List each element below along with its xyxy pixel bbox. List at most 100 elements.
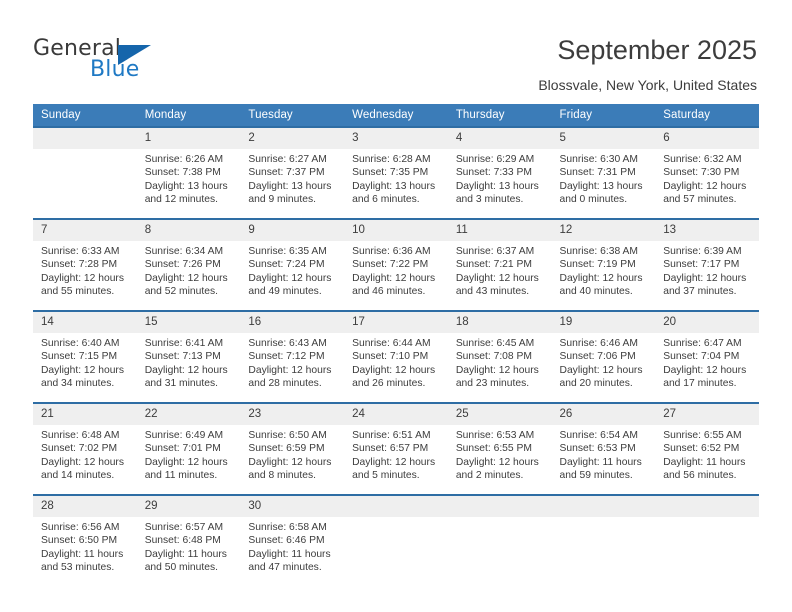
daylight-text-line1: Daylight: 12 hours <box>352 456 436 468</box>
daylight-text-line2: and 17 minutes. <box>663 377 737 389</box>
daylight-text-line2: and 28 minutes. <box>248 377 322 389</box>
calendar-day-cell[interactable]: 17 Sunrise: 6:44 AM Sunset: 7:10 PM Dayligh… <box>344 311 448 403</box>
day-number: 6 <box>655 128 759 149</box>
calendar-day-cell[interactable]: 20 Sunrise: 6:47 AM Sunset: 7:04 PM Dayligh… <box>655 311 759 403</box>
logo-general-blue[interactable]: General Blue <box>33 36 213 88</box>
calendar-body: 1 Sunrise: 6:26 AM Sunset: 7:38 PM Daylight… <box>33 127 759 586</box>
sunrise-text: Sunrise: 6:38 AM <box>559 246 638 257</box>
sunset-text: Sunset: 6:48 PM <box>144 535 221 547</box>
calendar-day-cell[interactable]: 8 Sunrise: 6:34 AM Sunset: 7:26 PM Daylight… <box>136 219 241 311</box>
sunset-text: Sunset: 7:12 PM <box>248 351 325 363</box>
day-details: Sunrise: 6:28 AM Sunset: 7:35 PM Daylight:… <box>344 149 448 206</box>
page-subtitle: Blossvale, New York, United States <box>538 77 757 93</box>
daylight-text-line2: and 43 minutes. <box>455 285 530 297</box>
sunrise-text: Sunrise: 6:41 AM <box>144 338 224 349</box>
day-number: 2 <box>240 128 345 149</box>
sunrise-text: Sunrise: 6:53 AM <box>455 430 535 441</box>
day-details: Sunrise: 6:53 AM Sunset: 6:55 PM Daylight:… <box>448 425 552 482</box>
calendar-day-cell[interactable]: 5 Sunrise: 6:30 AM Sunset: 7:31 PM Daylight… <box>551 127 656 219</box>
daylight-text-line2: and 6 minutes. <box>352 193 420 205</box>
calendar-day-cell[interactable]: 29 Sunrise: 6:57 AM Sunset: 6:48 PM Dayligh… <box>136 495 241 586</box>
calendar-day-cell[interactable]: 6 Sunrise: 6:32 AM Sunset: 7:30 PM Daylight… <box>655 127 759 219</box>
day-details: Sunrise: 6:46 AM Sunset: 7:06 PM Daylight:… <box>552 333 656 390</box>
day-number: 8 <box>136 220 241 241</box>
calendar-day-cell[interactable]: 9 Sunrise: 6:35 AM Sunset: 7:24 PM Daylight… <box>240 219 345 311</box>
sunset-text: Sunset: 6:53 PM <box>559 443 636 455</box>
sunrise-text: Sunrise: 6:37 AM <box>455 246 535 257</box>
day-details: Sunrise: 6:43 AM Sunset: 7:12 PM Daylight:… <box>240 333 344 390</box>
daylight-text-line1: Daylight: 13 hours <box>248 180 332 192</box>
calendar-day-cell[interactable]: 23 Sunrise: 6:50 AM Sunset: 6:59 PM Dayligh… <box>240 403 345 495</box>
calendar-day-cell[interactable]: 16 Sunrise: 6:43 AM Sunset: 7:12 PM Dayligh… <box>240 311 345 403</box>
weekday-header-friday: Friday <box>551 104 656 127</box>
sunrise-text: Sunrise: 6:29 AM <box>455 154 535 165</box>
calendar-day-cell[interactable]: 13 Sunrise: 6:39 AM Sunset: 7:17 PM Dayligh… <box>655 219 759 311</box>
calendar-day-cell[interactable]: 15 Sunrise: 6:41 AM Sunset: 7:13 PM Dayligh… <box>136 311 241 403</box>
calendar-day-cell[interactable]: 27 Sunrise: 6:55 AM Sunset: 6:52 PM Dayligh… <box>655 403 759 495</box>
sunset-text: Sunset: 7:08 PM <box>455 351 532 363</box>
calendar-day-cell-empty <box>33 127 137 219</box>
day-details: Sunrise: 6:57 AM Sunset: 6:48 PM Daylight:… <box>137 517 241 574</box>
calendar-day-cell[interactable]: 10 Sunrise: 6:36 AM Sunset: 7:22 PM Dayligh… <box>344 219 448 311</box>
weekday-header-monday: Monday <box>136 104 241 127</box>
calendar-day-cell[interactable]: 26 Sunrise: 6:54 AM Sunset: 6:53 PM Dayligh… <box>551 403 656 495</box>
daylight-text-line2: and 55 minutes. <box>41 285 115 297</box>
sunrise-text: Sunrise: 6:33 AM <box>41 246 120 257</box>
daylight-text-line1: Daylight: 12 hours <box>144 272 228 284</box>
daylight-text-line2: and 3 minutes. <box>455 193 524 205</box>
calendar-day-cell[interactable]: 22 Sunrise: 6:49 AM Sunset: 7:01 PM Dayligh… <box>136 403 241 495</box>
day-number <box>33 128 137 149</box>
sunset-text: Sunset: 6:50 PM <box>41 535 118 547</box>
day-details: Sunrise: 6:27 AM Sunset: 7:37 PM Daylight:… <box>240 149 344 206</box>
sunset-text: Sunset: 7:04 PM <box>663 351 740 363</box>
daylight-text-line1: Daylight: 12 hours <box>41 364 124 376</box>
day-details: Sunrise: 6:35 AM Sunset: 7:24 PM Daylight:… <box>240 241 344 298</box>
sunrise-text: Sunrise: 6:48 AM <box>41 430 120 441</box>
calendar-day-cell[interactable]: 24 Sunrise: 6:51 AM Sunset: 6:57 PM Dayligh… <box>344 403 448 495</box>
daylight-text-line1: Daylight: 12 hours <box>559 364 643 376</box>
weekday-header-wednesday: Wednesday <box>344 104 448 127</box>
daylight-text-line1: Daylight: 12 hours <box>663 364 747 376</box>
daylight-text-line2: and 9 minutes. <box>248 193 316 205</box>
day-details: Sunrise: 6:32 AM Sunset: 7:30 PM Daylight:… <box>655 149 759 206</box>
sunset-text: Sunset: 6:59 PM <box>248 443 325 455</box>
weekday-header-sunday: Sunday <box>33 104 137 127</box>
calendar-day-cell[interactable]: 3 Sunrise: 6:28 AM Sunset: 7:35 PM Daylight… <box>344 127 448 219</box>
sunset-text: Sunset: 6:52 PM <box>663 443 740 455</box>
calendar-day-cell[interactable]: 2 Sunrise: 6:27 AM Sunset: 7:37 PM Daylight… <box>240 127 345 219</box>
sunrise-text: Sunrise: 6:34 AM <box>144 246 224 257</box>
calendar-day-cell[interactable]: 4 Sunrise: 6:29 AM Sunset: 7:33 PM Daylight… <box>447 127 552 219</box>
day-number: 21 <box>33 404 137 425</box>
daylight-text-line1: Daylight: 12 hours <box>144 364 228 376</box>
day-number: 9 <box>240 220 345 241</box>
calendar-day-cell[interactable]: 12 Sunrise: 6:38 AM Sunset: 7:19 PM Dayligh… <box>551 219 656 311</box>
calendar-day-cell[interactable]: 18 Sunrise: 6:45 AM Sunset: 7:08 PM Dayligh… <box>447 311 552 403</box>
calendar-day-cell[interactable]: 14 Sunrise: 6:40 AM Sunset: 7:15 PM Dayligh… <box>33 311 137 403</box>
day-number: 10 <box>344 220 448 241</box>
sunset-text: Sunset: 7:26 PM <box>144 259 221 271</box>
day-details: Sunrise: 6:54 AM Sunset: 6:53 PM Daylight:… <box>552 425 656 482</box>
daylight-text-line1: Daylight: 12 hours <box>455 364 539 376</box>
calendar-day-cell[interactable]: 25 Sunrise: 6:53 AM Sunset: 6:55 PM Dayligh… <box>447 403 552 495</box>
sunrise-text: Sunrise: 6:45 AM <box>455 338 535 349</box>
calendar-day-cell[interactable]: 19 Sunrise: 6:46 AM Sunset: 7:06 PM Dayligh… <box>551 311 656 403</box>
calendar-day-cell[interactable]: 28 Sunrise: 6:56 AM Sunset: 6:50 PM Dayligh… <box>33 495 137 586</box>
day-details: Sunrise: 6:41 AM Sunset: 7:13 PM Daylight:… <box>137 333 241 390</box>
day-number: 12 <box>551 220 656 241</box>
day-details: Sunrise: 6:45 AM Sunset: 7:08 PM Daylight:… <box>448 333 552 390</box>
calendar-day-cell[interactable]: 21 Sunrise: 6:48 AM Sunset: 7:02 PM Dayligh… <box>33 403 137 495</box>
logo-text-blue: Blue <box>90 57 140 82</box>
sunrise-text: Sunrise: 6:50 AM <box>248 430 327 441</box>
day-number: 19 <box>551 312 656 333</box>
calendar-day-cell[interactable]: 7 Sunrise: 6:33 AM Sunset: 7:28 PM Daylight… <box>33 219 137 311</box>
calendar-day-cell[interactable]: 30 Sunrise: 6:58 AM Sunset: 6:46 PM Dayligh… <box>240 495 345 586</box>
calendar-week-row: 21 Sunrise: 6:48 AM Sunset: 7:02 PM Dayligh… <box>33 403 759 495</box>
daylight-text-line2: and 20 minutes. <box>559 377 633 389</box>
calendar-table: Sunday Monday Tuesday Wednesday Thursday… <box>33 104 759 586</box>
daylight-text-line2: and 12 minutes. <box>144 193 218 205</box>
sunset-text: Sunset: 7:31 PM <box>559 167 636 179</box>
day-number: 27 <box>655 404 759 425</box>
daylight-text-line1: Daylight: 12 hours <box>663 180 747 192</box>
calendar-day-cell[interactable]: 11 Sunrise: 6:37 AM Sunset: 7:21 PM Dayligh… <box>447 219 552 311</box>
calendar-day-cell[interactable]: 1 Sunrise: 6:26 AM Sunset: 7:38 PM Daylight… <box>136 127 241 219</box>
